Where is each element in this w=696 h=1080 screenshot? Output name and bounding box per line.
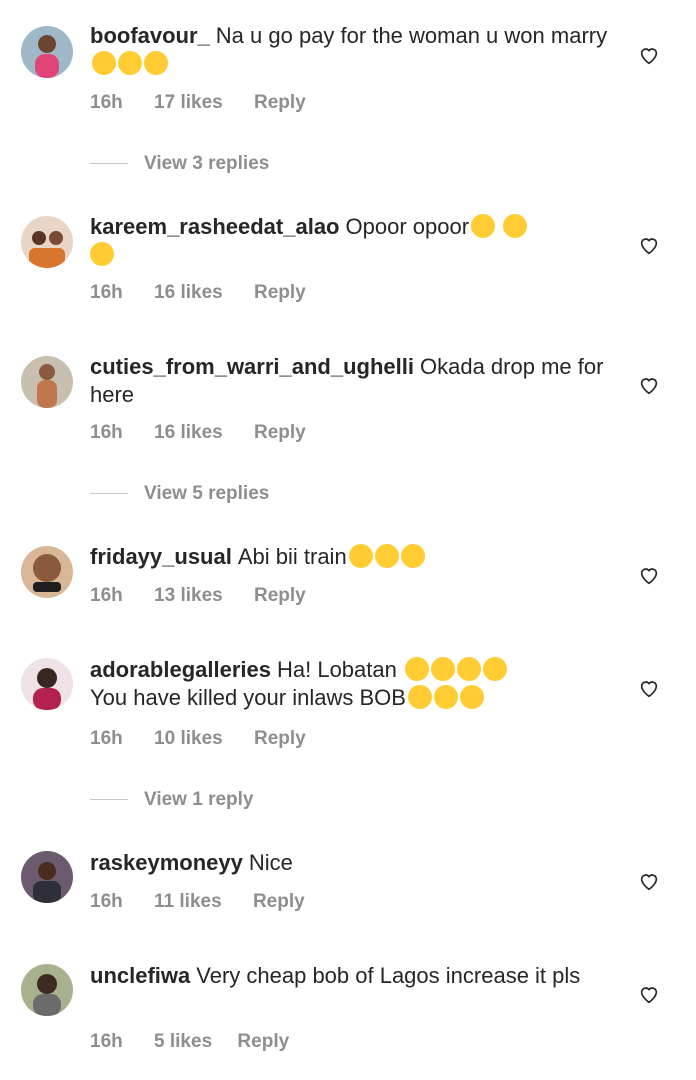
view-replies-button[interactable]: View 3 replies <box>90 153 269 175</box>
tears-of-joy-emoji-icon <box>433 685 458 709</box>
comment-body: Nice <box>248 850 293 875</box>
comment-meta: 16h 16 likes Reply <box>90 422 306 444</box>
like-heart-icon[interactable] <box>638 677 660 699</box>
heart-eyes-emoji-icon <box>90 242 114 266</box>
username[interactable]: adorablegalleries <box>90 657 271 682</box>
tears-of-joy-emoji-icon <box>400 544 425 568</box>
comment-text: raskeymoneyy Nice <box>90 849 610 877</box>
comment-body: Ha! Lobatan <box>276 657 397 682</box>
tears-of-joy-emoji-icon <box>118 51 142 75</box>
likes-count[interactable]: 16 likes <box>154 422 223 444</box>
reply-button[interactable]: Reply <box>254 585 306 607</box>
username[interactable]: kareem_rasheedat_alao <box>90 214 340 239</box>
like-heart-icon[interactable] <box>638 983 660 1005</box>
reply-button[interactable]: Reply <box>254 728 306 750</box>
like-heart-icon[interactable] <box>638 564 660 586</box>
reply-button[interactable]: Reply <box>253 891 305 913</box>
timestamp: 16h <box>90 422 123 443</box>
comment-text: adorablegalleries Ha! Lobatan You have ki… <box>90 656 610 712</box>
username[interactable]: cuties_from_warri_and_ughelli <box>90 354 414 379</box>
timestamp: 16h <box>90 585 123 606</box>
comment-text: unclefiwa Very cheap bob of Lagos increas… <box>90 962 610 990</box>
comment-meta: 16h 10 likes Reply <box>90 728 306 750</box>
timestamp: 16h <box>90 282 123 303</box>
likes-count[interactable]: 13 likes <box>154 585 223 607</box>
comment-body: Abi bii train <box>237 544 347 569</box>
likes-count[interactable]: 17 likes <box>154 92 223 114</box>
comment-text: cuties_from_warri_and_ughelli Okada drop … <box>90 353 610 409</box>
view-replies-label[interactable]: View 5 replies <box>144 483 269 504</box>
view-replies-label[interactable]: View 1 reply <box>144 789 254 810</box>
comment-meta: 16h 5 likes Reply <box>90 1031 289 1053</box>
comment-text: boofavour_ Na u go pay for the woman u wo… <box>90 22 610 78</box>
comment-meta: 16h 17 likes Reply <box>90 92 306 114</box>
tears-of-joy-emoji-icon <box>374 544 399 568</box>
reply-button[interactable]: Reply <box>254 282 306 304</box>
tears-of-joy-emoji-icon <box>456 657 481 681</box>
likes-count[interactable]: 16 likes <box>154 282 223 304</box>
timestamp: 16h <box>90 728 123 749</box>
likes-count[interactable]: 5 likes <box>154 1031 212 1053</box>
view-replies-button[interactable]: View 5 replies <box>90 483 269 505</box>
username[interactable]: raskeymoneyy <box>90 850 243 875</box>
timestamp: 16h <box>90 1031 123 1052</box>
timestamp: 16h <box>90 891 123 912</box>
timestamp: 16h <box>90 92 123 113</box>
reply-button[interactable]: Reply <box>237 1031 289 1053</box>
tears-of-joy-emoji-icon <box>144 51 168 75</box>
view-replies-button[interactable]: View 1 reply <box>90 789 254 811</box>
avatar[interactable] <box>21 851 73 903</box>
heart-eyes-emoji-icon <box>471 214 496 238</box>
reply-button[interactable]: Reply <box>254 92 306 114</box>
like-heart-icon[interactable] <box>638 44 660 66</box>
likes-count[interactable]: 11 likes <box>154 891 222 913</box>
comment-body: Very cheap bob of Lagos increase it pls <box>196 963 581 988</box>
tears-of-joy-emoji-icon <box>459 685 484 709</box>
comment-body: Opoor opoor <box>345 214 470 239</box>
comment-text: kareem_rasheedat_alao Opoor opoor <box>90 213 610 269</box>
username[interactable]: fridayy_usual <box>90 544 232 569</box>
comment-text: fridayy_usual Abi bii train <box>90 543 610 571</box>
avatar[interactable] <box>21 216 73 268</box>
tears-of-joy-emoji-icon <box>92 51 116 75</box>
tears-of-joy-emoji-icon <box>482 657 507 681</box>
heart-eyes-emoji-icon <box>503 214 528 238</box>
tears-of-joy-emoji-icon <box>430 657 455 681</box>
comment-body-line2: You have killed your inlaws BOB <box>90 685 406 710</box>
avatar[interactable] <box>21 964 73 1016</box>
avatar[interactable] <box>21 658 73 710</box>
divider <box>90 799 128 801</box>
tears-of-joy-emoji-icon <box>348 544 373 568</box>
divider <box>90 163 128 165</box>
comment-meta: 16h 16 likes Reply <box>90 282 306 304</box>
username[interactable]: unclefiwa <box>90 963 190 988</box>
username[interactable]: boofavour_ <box>90 23 210 48</box>
like-heart-icon[interactable] <box>638 870 660 892</box>
comment-meta: 16h 11 likes Reply <box>90 891 305 913</box>
avatar[interactable] <box>21 356 73 408</box>
tears-of-joy-emoji-icon <box>404 657 429 681</box>
reply-button[interactable]: Reply <box>254 422 306 444</box>
comment-body: Na u go pay for the woman u won marry <box>215 23 608 48</box>
comment-meta: 16h 13 likes Reply <box>90 585 306 607</box>
view-replies-label[interactable]: View 3 replies <box>144 153 269 174</box>
divider <box>90 493 128 495</box>
avatar[interactable] <box>21 546 73 598</box>
likes-count[interactable]: 10 likes <box>154 728 223 750</box>
like-heart-icon[interactable] <box>638 234 660 256</box>
tears-of-joy-emoji-icon <box>407 685 432 709</box>
avatar[interactable] <box>21 26 73 78</box>
like-heart-icon[interactable] <box>638 374 660 396</box>
